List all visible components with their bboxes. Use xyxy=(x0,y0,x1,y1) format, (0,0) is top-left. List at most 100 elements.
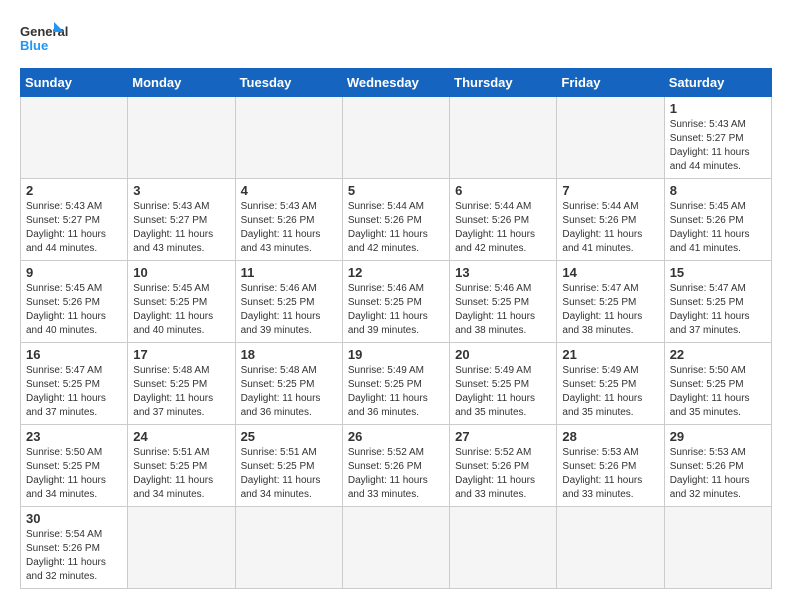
calendar-cell: 15Sunrise: 5:47 AM Sunset: 5:25 PM Dayli… xyxy=(664,261,771,343)
day-header-saturday: Saturday xyxy=(664,69,771,97)
calendar-cell: 7 Sunrise: 5:44 AM Sunset: 5:26 PM Daylig… xyxy=(557,179,664,261)
calendar-cell: 23 Sunrise: 5:50 AM Sunset: 5:25 PM Dayli… xyxy=(21,425,128,507)
calendar-cell: 3Sunrise: 5:43 AM Sunset: 5:27 PM Daylig… xyxy=(128,179,235,261)
calendar-cell: 28Sunrise: 5:53 AM Sunset: 5:26 PM Dayli… xyxy=(557,425,664,507)
day-number: 4 xyxy=(241,183,337,198)
calendar-week-row: 23 Sunrise: 5:50 AM Sunset: 5:25 PM Dayli… xyxy=(21,425,772,507)
day-number: 1 xyxy=(670,101,766,116)
day-info: Sunrise: 5:48 AM Sunset: 5:25 PM Dayligh… xyxy=(133,364,229,420)
day-info: Sunrise: 5:45 AM Sunset: 5:26 PM Dayligh… xyxy=(670,200,766,256)
calendar-cell xyxy=(235,507,342,589)
calendar-cell: 18 Sunrise: 5:48 AM Sunset: 5:25 PM Dayli… xyxy=(235,343,342,425)
calendar-cell xyxy=(235,97,342,179)
day-info: Sunrise: 5:45 AM Sunset: 5:26 PM Dayligh… xyxy=(26,282,122,338)
day-info: Sunrise: 5:43 AM Sunset: 5:27 PM Dayligh… xyxy=(26,200,122,256)
day-info: Sunrise: 5:49 AM Sunset: 5:25 PM Dayligh… xyxy=(455,364,551,420)
day-number: 11 xyxy=(241,265,337,280)
day-header-wednesday: Wednesday xyxy=(342,69,449,97)
calendar-header-row: SundayMondayTuesdayWednesdayThursdayFrid… xyxy=(21,69,772,97)
day-number: 14 xyxy=(562,265,658,280)
calendar-cell xyxy=(342,97,449,179)
day-number: 10 xyxy=(133,265,229,280)
day-header-tuesday: Tuesday xyxy=(235,69,342,97)
calendar-cell: 20 Sunrise: 5:49 AM Sunset: 5:25 PM Dayli… xyxy=(450,343,557,425)
day-info: Sunrise: 5:48 AM Sunset: 5:25 PM Dayligh… xyxy=(241,364,337,420)
calendar-cell: 29 Sunrise: 5:53 AM Sunset: 5:26 PM Dayli… xyxy=(664,425,771,507)
day-info: Sunrise: 5:45 AM Sunset: 5:25 PM Dayligh… xyxy=(133,282,229,338)
calendar-cell: 6 Sunrise: 5:44 AM Sunset: 5:26 PM Daylig… xyxy=(450,179,557,261)
calendar-cell: 17 Sunrise: 5:48 AM Sunset: 5:25 PM Dayli… xyxy=(128,343,235,425)
calendar-cell xyxy=(557,97,664,179)
day-header-monday: Monday xyxy=(128,69,235,97)
day-info: Sunrise: 5:47 AM Sunset: 5:25 PM Dayligh… xyxy=(26,364,122,420)
day-number: 22 xyxy=(670,347,766,362)
calendar-cell: 1 Sunrise: 5:43 AM Sunset: 5:27 PM Daylig… xyxy=(664,97,771,179)
logo: GeneralBlue xyxy=(20,20,70,58)
day-number: 15 xyxy=(670,265,766,280)
day-number: 24 xyxy=(133,429,229,444)
day-number: 2 xyxy=(26,183,122,198)
day-number: 17 xyxy=(133,347,229,362)
calendar-cell: 14Sunrise: 5:47 AM Sunset: 5:25 PM Dayli… xyxy=(557,261,664,343)
day-header-thursday: Thursday xyxy=(450,69,557,97)
day-info: Sunrise: 5:46 AM Sunset: 5:25 PM Dayligh… xyxy=(241,282,337,338)
calendar-week-row: 30 Sunrise: 5:54 AM Sunset: 5:26 PM Dayli… xyxy=(21,507,772,589)
day-info: Sunrise: 5:44 AM Sunset: 5:26 PM Dayligh… xyxy=(455,200,551,256)
day-number: 13 xyxy=(455,265,551,280)
calendar-cell: 8 Sunrise: 5:45 AM Sunset: 5:26 PM Daylig… xyxy=(664,179,771,261)
day-number: 5 xyxy=(348,183,444,198)
logo-svg: GeneralBlue xyxy=(20,20,70,58)
day-number: 25 xyxy=(241,429,337,444)
day-number: 21 xyxy=(562,347,658,362)
day-info: Sunrise: 5:51 AM Sunset: 5:25 PM Dayligh… xyxy=(133,446,229,502)
day-info: Sunrise: 5:54 AM Sunset: 5:26 PM Dayligh… xyxy=(26,528,122,584)
calendar-cell: 16Sunrise: 5:47 AM Sunset: 5:25 PM Dayli… xyxy=(21,343,128,425)
day-info: Sunrise: 5:53 AM Sunset: 5:26 PM Dayligh… xyxy=(670,446,766,502)
calendar-week-row: 1 Sunrise: 5:43 AM Sunset: 5:27 PM Daylig… xyxy=(21,97,772,179)
calendar-cell xyxy=(342,507,449,589)
day-info: Sunrise: 5:49 AM Sunset: 5:25 PM Dayligh… xyxy=(348,364,444,420)
calendar: SundayMondayTuesdayWednesdayThursdayFrid… xyxy=(20,68,772,589)
day-number: 6 xyxy=(455,183,551,198)
day-header-sunday: Sunday xyxy=(21,69,128,97)
day-number: 26 xyxy=(348,429,444,444)
calendar-cell: 11 Sunrise: 5:46 AM Sunset: 5:25 PM Dayli… xyxy=(235,261,342,343)
calendar-cell xyxy=(128,507,235,589)
day-number: 18 xyxy=(241,347,337,362)
calendar-cell xyxy=(557,507,664,589)
day-info: Sunrise: 5:43 AM Sunset: 5:26 PM Dayligh… xyxy=(241,200,337,256)
calendar-cell: 22 Sunrise: 5:50 AM Sunset: 5:25 PM Dayli… xyxy=(664,343,771,425)
day-number: 19 xyxy=(348,347,444,362)
day-number: 8 xyxy=(670,183,766,198)
day-info: Sunrise: 5:50 AM Sunset: 5:25 PM Dayligh… xyxy=(26,446,122,502)
calendar-cell: 27 Sunrise: 5:52 AM Sunset: 5:26 PM Dayli… xyxy=(450,425,557,507)
calendar-cell: 19 Sunrise: 5:49 AM Sunset: 5:25 PM Dayli… xyxy=(342,343,449,425)
day-info: Sunrise: 5:44 AM Sunset: 5:26 PM Dayligh… xyxy=(562,200,658,256)
day-info: Sunrise: 5:51 AM Sunset: 5:25 PM Dayligh… xyxy=(241,446,337,502)
day-number: 27 xyxy=(455,429,551,444)
day-info: Sunrise: 5:43 AM Sunset: 5:27 PM Dayligh… xyxy=(670,118,766,174)
day-number: 20 xyxy=(455,347,551,362)
day-number: 12 xyxy=(348,265,444,280)
calendar-cell: 25 Sunrise: 5:51 AM Sunset: 5:25 PM Dayli… xyxy=(235,425,342,507)
calendar-week-row: 16Sunrise: 5:47 AM Sunset: 5:25 PM Dayli… xyxy=(21,343,772,425)
svg-text:Blue: Blue xyxy=(20,38,48,53)
calendar-cell: 4 Sunrise: 5:43 AM Sunset: 5:26 PM Daylig… xyxy=(235,179,342,261)
day-number: 3 xyxy=(133,183,229,198)
calendar-cell xyxy=(21,97,128,179)
day-info: Sunrise: 5:52 AM Sunset: 5:26 PM Dayligh… xyxy=(348,446,444,502)
day-info: Sunrise: 5:44 AM Sunset: 5:26 PM Dayligh… xyxy=(348,200,444,256)
day-info: Sunrise: 5:50 AM Sunset: 5:25 PM Dayligh… xyxy=(670,364,766,420)
day-info: Sunrise: 5:52 AM Sunset: 5:26 PM Dayligh… xyxy=(455,446,551,502)
calendar-cell: 26 Sunrise: 5:52 AM Sunset: 5:26 PM Dayli… xyxy=(342,425,449,507)
day-number: 9 xyxy=(26,265,122,280)
calendar-cell xyxy=(128,97,235,179)
calendar-cell: 9 Sunrise: 5:45 AM Sunset: 5:26 PM Daylig… xyxy=(21,261,128,343)
day-info: Sunrise: 5:46 AM Sunset: 5:25 PM Dayligh… xyxy=(348,282,444,338)
calendar-cell: 2 Sunrise: 5:43 AM Sunset: 5:27 PM Daylig… xyxy=(21,179,128,261)
day-number: 7 xyxy=(562,183,658,198)
calendar-cell: 24 Sunrise: 5:51 AM Sunset: 5:25 PM Dayli… xyxy=(128,425,235,507)
day-number: 30 xyxy=(26,511,122,526)
day-number: 23 xyxy=(26,429,122,444)
day-number: 29 xyxy=(670,429,766,444)
